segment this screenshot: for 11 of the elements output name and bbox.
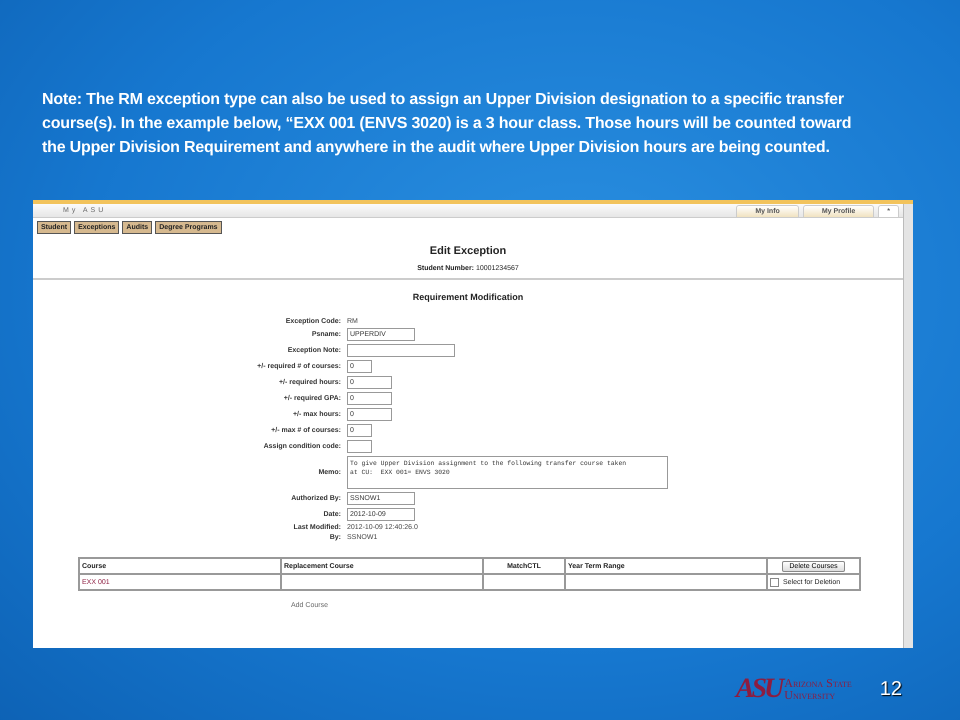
- page-title: Edit Exception: [428, 245, 508, 257]
- input-field[interactable]: [347, 440, 372, 453]
- logo-text: Arizona State: [784, 677, 852, 689]
- logo-text: University: [784, 689, 836, 701]
- section-title: Requirement Modification: [412, 292, 524, 302]
- scrollbar[interactable]: [903, 204, 913, 648]
- note-text: Note: The RM exception type can also be used to assign an Upper Division designation to a specific transfer course(s). In the example below, “EXX 001 (ENVS 3020) is a 3 hour class. Those hours will be counted toward the Upper Division Requirement and anywhere in the audit where Upper Division hours are being counted.: [41, 90, 852, 158]
- logo-mark: ASU: [736, 673, 782, 705]
- checkbox[interactable]: [770, 578, 779, 586]
- page-number: 12: [880, 678, 902, 700]
- input-field[interactable]: [347, 344, 455, 357]
